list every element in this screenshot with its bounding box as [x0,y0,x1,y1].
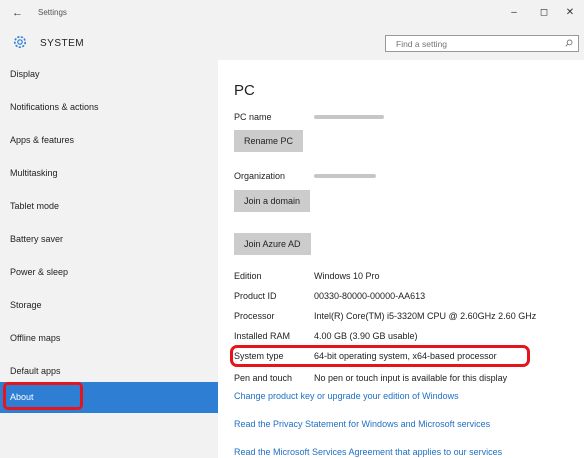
about-highlight-box [3,382,83,410]
search-input[interactable] [394,38,558,50]
join-azure-ad-button[interactable]: Join Azure AD [234,233,311,255]
sidebar-item-label: Multitasking [10,168,58,178]
title-bar: ← Settings – ◻ ✕ [0,0,584,26]
organization-value-redacted [314,174,376,178]
spec-label: Installed RAM [234,331,291,341]
sidebar-item-storage[interactable]: Storage [0,291,218,319]
spec-label: Edition [234,271,262,281]
spec-label: Processor [234,311,275,321]
spec-label: Pen and touch [234,373,293,383]
sidebar-item-battery-saver[interactable]: Battery saver [0,225,218,253]
sidebar-item-label: Offline maps [10,333,61,343]
maximize-button[interactable]: ◻ [536,7,552,18]
page-title: PC [234,82,255,99]
search-icon[interactable] [565,39,573,47]
sidebar-item-label: Default apps [10,366,61,376]
spec-value: 4.00 GB (3.90 GB usable) [314,331,418,341]
spec-value: Intel(R) Core(TM) i5-3320M CPU @ 2.60GHz… [314,311,537,321]
change-product-key-link[interactable]: Change product key or upgrade your editi… [234,391,459,401]
sidebar-item-display[interactable]: Display [0,60,218,88]
gear-icon [14,36,26,48]
main-content: PC PC name Rename PC Organization Join a… [218,60,584,458]
sidebar-item-offline-maps[interactable]: Offline maps [0,324,218,352]
section-title: SYSTEM [40,38,85,49]
sidebar-item-notifications[interactable]: Notifications & actions [0,93,218,121]
spec-label: Product ID [234,291,277,301]
sidebar-item-apps[interactable]: Apps & features [0,126,218,154]
search-box[interactable] [385,35,579,52]
app-title: Settings [38,8,67,17]
sidebar-item-label: Tablet mode [10,201,60,211]
sidebar-item-label: Power & sleep [10,267,69,277]
services-agreement-link[interactable]: Read the Microsoft Services Agreement th… [234,447,502,457]
sidebar-item-tablet-mode[interactable]: Tablet mode [0,192,218,220]
pc-name-label: PC name [234,112,272,122]
back-arrow-icon[interactable]: ← [12,7,23,19]
sidebar-item-label: Battery saver [10,234,64,244]
sidebar-item-power-sleep[interactable]: Power & sleep [0,258,218,286]
sidebar-item-label: Notifications & actions [10,102,99,112]
sidebar-item-label: Storage [10,300,42,310]
spec-value: No pen or touch input is available for t… [314,373,508,383]
system-type-highlight-box [230,345,530,367]
page-header: SYSTEM [0,26,584,60]
pc-name-value-redacted [314,115,384,119]
sidebar-item-label: Apps & features [10,135,75,145]
spec-value: 00330-80000-00000-AA613 [314,291,426,301]
minimize-button[interactable]: – [506,7,522,18]
sidebar-item-default-apps[interactable]: Default apps [0,357,218,385]
close-button[interactable]: ✕ [562,7,578,18]
organization-label: Organization [234,171,286,181]
sidebar-item-multitasking[interactable]: Multitasking [0,159,218,187]
sidebar-item-label: Display [10,69,40,79]
spec-value: Windows 10 Pro [314,271,380,281]
privacy-statement-link[interactable]: Read the Privacy Statement for Windows a… [234,419,490,429]
rename-pc-button[interactable]: Rename PC [234,130,304,152]
join-domain-button[interactable]: Join a domain [234,190,311,212]
